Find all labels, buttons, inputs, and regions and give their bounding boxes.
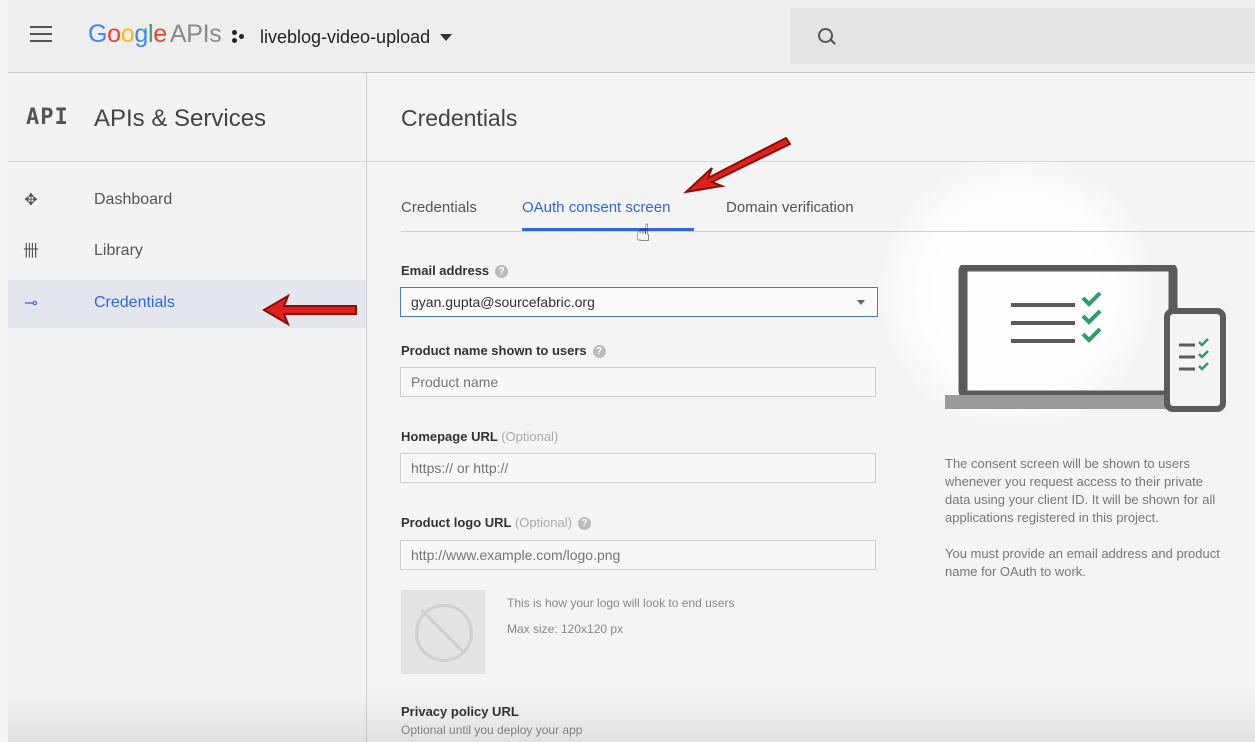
sidebar-item-library[interactable]: 卌 Library [8, 228, 366, 276]
logo-preview-note: This is how your logo will look to end u… [507, 596, 735, 610]
logo-letter: g [134, 20, 148, 48]
search-icon [818, 28, 833, 43]
main-content: Credentials Credentials OAuth consent sc… [367, 73, 1255, 742]
pointer-hand-icon: ☝ [636, 220, 651, 247]
logo-apis-text: APIs [169, 20, 222, 48]
page-title: Credentials [401, 105, 518, 131]
key-icon: ⊸ [24, 295, 38, 312]
app-frame: Google APIs liveblog-video-upload API API… [8, 0, 1255, 742]
help-icon[interactable]: ? [577, 517, 591, 531]
library-icon: 卌 [22, 243, 39, 260]
privacy-policy-label: Privacy policy URL [401, 704, 519, 719]
logo-preview [401, 590, 485, 674]
email-select[interactable]: gyan.gupta@sourcefabric.org [400, 287, 878, 317]
product-logo-url-label: Product logo URL (Optional)? [401, 515, 591, 531]
side-description: The consent screen will be shown to user… [945, 455, 1230, 599]
google-apis-logo[interactable]: Google APIs [88, 20, 222, 49]
help-icon[interactable]: ? [592, 345, 606, 359]
tab-credentials[interactable]: Credentials [401, 199, 477, 216]
consent-description: The consent screen will be shown to user… [945, 456, 1216, 525]
project-icon [232, 30, 250, 44]
logo-max-size: Max size: 120x120 px [507, 622, 624, 636]
api-logo: API [26, 105, 69, 130]
caret-down-icon [857, 300, 865, 305]
product-name-label-text: Product name shown to users [401, 343, 587, 358]
homepage-url-label: Homepage URL (Optional) [401, 429, 558, 444]
caret-down-icon [440, 33, 453, 41]
page-title-bar: Credentials [367, 73, 1255, 162]
optional-tag: (Optional) [501, 429, 559, 444]
menu-icon[interactable] [30, 26, 52, 44]
tab-bar: Credentials OAuth consent screen Domain … [401, 183, 1255, 232]
tab-domain-verification[interactable]: Domain verification [726, 199, 854, 216]
tab-oauth-consent-screen[interactable]: OAuth consent screen [522, 199, 670, 216]
active-tab-indicator [522, 228, 694, 231]
optional-tag: (Optional) [514, 515, 572, 530]
search-bar[interactable] [790, 8, 1255, 64]
product-logo-url-label-text: Product logo URL [401, 515, 512, 530]
email-label: Email address? [401, 263, 509, 279]
sidebar-item-credentials[interactable]: ⊸ Credentials [8, 280, 366, 328]
sidebar-header: API APIs & Services [8, 73, 366, 162]
email-select-value: gyan.gupta@sourcefabric.org [411, 294, 595, 310]
privacy-policy-subtext: Optional until you deploy your app [401, 723, 583, 737]
sidebar-title: APIs & Services [94, 105, 267, 132]
email-label-text: Email address [401, 263, 490, 278]
sidebar-item-label: Credentials [94, 294, 175, 311]
sidebar-item-dashboard[interactable]: ✥ Dashboard [8, 177, 366, 225]
product-name-input[interactable] [400, 367, 876, 397]
product-name-label: Product name shown to users? [401, 343, 606, 359]
project-name: liveblog-video-upload [260, 26, 431, 47]
homepage-url-label-text: Homepage URL [401, 429, 498, 444]
logo-letter: o [107, 20, 121, 48]
top-bar: Google APIs liveblog-video-upload [8, 0, 1255, 73]
logo-letter: o [120, 20, 135, 48]
help-icon[interactable]: ? [495, 265, 509, 279]
product-logo-url-input[interactable] [400, 540, 876, 570]
sidebar: API APIs & Services ✥ Dashboard 卌 Librar… [8, 73, 367, 742]
project-selector[interactable]: liveblog-video-upload [232, 23, 453, 51]
sidebar-item-label: Dashboard [94, 191, 173, 208]
logo-letter: G [88, 20, 108, 48]
homepage-url-input[interactable] [400, 453, 876, 483]
dashboard-icon: ✥ [24, 192, 38, 209]
logo-letter: e [153, 20, 167, 48]
sidebar-item-label: Library [94, 242, 143, 259]
consent-illustration [945, 265, 1226, 412]
requirement-description: You must provide an email address and pr… [945, 546, 1220, 579]
